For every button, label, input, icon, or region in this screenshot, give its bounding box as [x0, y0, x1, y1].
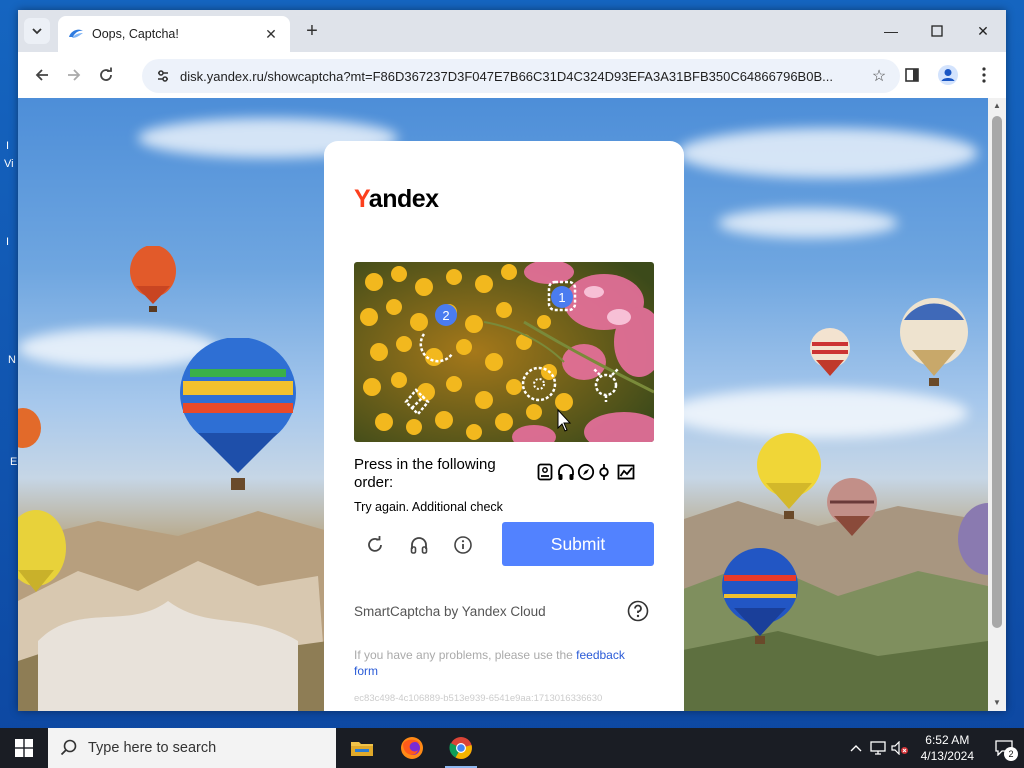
notifications-button[interactable]: 2: [984, 728, 1024, 768]
window-controls: — ✕: [868, 10, 1006, 52]
error-message: Try again. Additional check: [354, 500, 503, 514]
search-icon: [60, 739, 77, 756]
desktop-label[interactable]: Vi: [4, 158, 14, 170]
click-marker[interactable]: 1: [551, 286, 573, 308]
clock[interactable]: 6:52 AM 4/13/2024: [921, 732, 974, 764]
firefox-icon: [401, 737, 423, 759]
toolbar-actions: [896, 59, 1000, 91]
captcha-controls: [364, 534, 474, 556]
side-panel-icon[interactable]: [896, 59, 928, 91]
notification-count-badge: 2: [1004, 747, 1018, 761]
yandex-disk-favicon-icon: [69, 29, 83, 38]
minimize-icon[interactable]: —: [868, 10, 914, 52]
balloon: [18, 510, 66, 592]
feedback-text: If you have any problems, please use the…: [354, 648, 625, 678]
network-icon[interactable]: [867, 728, 889, 768]
maximize-icon[interactable]: [914, 10, 960, 52]
browser-window: Oops, Captcha! ✕ + — ✕ disk.yandex.ru/sh…: [18, 10, 1006, 711]
volume-muted-icon[interactable]: [889, 728, 911, 768]
info-button[interactable]: [452, 534, 474, 556]
firefox-button[interactable]: [388, 728, 436, 768]
bookmark-star-icon[interactable]: ☆: [868, 66, 890, 86]
page-viewport: Yandex 1 2 Press in the following order:…: [18, 98, 988, 711]
reload-icon: [100, 67, 112, 81]
forward-button[interactable]: [58, 59, 90, 91]
click-marker-label: 2: [442, 308, 449, 323]
back-button[interactable]: [26, 59, 58, 91]
refresh-icon: [368, 536, 382, 552]
clock-date: 4/13/2024: [920, 749, 974, 763]
show-hidden-icons-icon[interactable]: [845, 728, 867, 768]
arrow-left-icon: [35, 69, 48, 81]
click-marker[interactable]: 2: [435, 304, 457, 326]
site-info-icon[interactable]: [152, 65, 174, 87]
tab-active[interactable]: Oops, Captcha! ✕: [58, 16, 290, 52]
yandex-logo: Yandex: [354, 185, 439, 213]
balloon: [810, 328, 850, 376]
address-bar[interactable]: disk.yandex.ru/showcaptcha?mt=F86D367237…: [142, 59, 900, 93]
help-question-icon[interactable]: [627, 600, 649, 622]
system-tray: 6:52 AM 4/13/2024 2: [845, 728, 1024, 768]
scrollbar-thumb[interactable]: [992, 116, 1002, 628]
arrow-right-icon: [68, 69, 81, 81]
balloon: [18, 408, 41, 448]
captcha-flowers-image: 1 2: [354, 262, 654, 442]
profile-avatar-icon[interactable]: [932, 59, 964, 91]
balloon: [900, 298, 968, 386]
new-tab-button[interactable]: +: [300, 20, 324, 44]
desktop-label[interactable]: E: [10, 456, 17, 468]
file-explorer-button[interactable]: [338, 728, 386, 768]
smartcaptcha-label: SmartCaptcha by Yandex Cloud: [354, 604, 546, 619]
search-placeholder: Type here to search: [88, 740, 217, 756]
scroll-up-icon[interactable]: ▲: [988, 98, 1006, 114]
scroll-down-icon[interactable]: ▼: [988, 695, 1006, 711]
audio-captcha-button[interactable]: [408, 534, 430, 556]
menu-kebab-icon[interactable]: [968, 59, 1000, 91]
windows-logo-icon: [15, 739, 33, 757]
click-marker-label: 1: [558, 290, 565, 305]
desktop-label[interactable]: N: [8, 354, 16, 366]
balloon: [958, 503, 988, 575]
browser-toolbar: disk.yandex.ru/showcaptcha?mt=F86D367237…: [18, 52, 1006, 98]
balloon: [827, 478, 877, 536]
taskbar-search[interactable]: Type here to search: [48, 728, 336, 768]
tab-close-icon[interactable]: ✕: [262, 26, 280, 43]
tab-title: Oops, Captcha!: [92, 27, 179, 41]
balloon: [180, 338, 296, 490]
start-button[interactable]: [0, 728, 48, 768]
order-sequence: [537, 463, 635, 481]
balloon: [130, 246, 176, 312]
tab-search-button[interactable]: [24, 18, 50, 44]
commit-icon: [597, 463, 613, 481]
headphones-icon: [410, 537, 428, 554]
page-scrollbar[interactable]: ▲ ▼: [988, 98, 1006, 711]
reload-button[interactable]: [90, 59, 122, 91]
refresh-captcha-button[interactable]: [364, 534, 386, 556]
balloon: [722, 548, 798, 644]
line-chart-icon: [617, 463, 635, 481]
chrome-icon: [449, 737, 472, 759]
clock-time: 6:52 AM: [925, 733, 970, 747]
captcha-hash: ec83c498-4c106889-b513e939-6541e9aa:1713…: [354, 693, 603, 704]
chrome-button[interactable]: [437, 728, 485, 768]
tab-bar: Oops, Captcha! ✕ + — ✕: [18, 10, 1006, 52]
info-icon: [454, 536, 472, 554]
desktop-label[interactable]: I: [6, 236, 9, 248]
taskbar: Type here to search 6:52 AM 4/13/2024 2: [0, 728, 1024, 768]
balloon: [757, 433, 821, 519]
submit-button[interactable]: Submit: [502, 522, 654, 566]
order-instruction: Press in the following order:: [354, 456, 496, 491]
captcha-card: Yandex 1 2 Press in the following order:…: [324, 141, 684, 711]
folder-icon: [351, 742, 373, 756]
id-card-icon: [537, 463, 553, 481]
captcha-image[interactable]: 1 2: [354, 262, 654, 442]
close-window-icon[interactable]: ✕: [960, 10, 1006, 52]
url-text[interactable]: disk.yandex.ru/showcaptcha?mt=F86D367237…: [180, 69, 868, 84]
compass-icon: [577, 463, 595, 481]
chevron-down-icon: [32, 28, 42, 35]
headphones-icon: [557, 463, 574, 481]
desktop-label[interactable]: I: [6, 140, 9, 152]
